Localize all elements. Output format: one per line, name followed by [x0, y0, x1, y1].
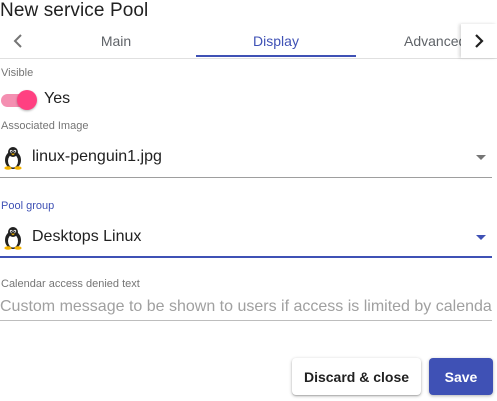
associated-image-label: Associated Image	[1, 120, 89, 132]
pool-group-select[interactable]: Desktops Linux	[0, 218, 492, 258]
calendar-denied-label: Calendar access denied text	[1, 278, 140, 290]
dropdown-arrow-icon	[476, 155, 486, 160]
chevron-right-icon	[475, 34, 484, 48]
visible-label: Visible	[1, 67, 34, 79]
visible-toggle[interactable]	[1, 89, 39, 111]
active-tab-indicator	[196, 55, 356, 57]
discard-close-button[interactable]: Discard & close	[292, 358, 421, 395]
calendar-denied-input[interactable]	[0, 294, 492, 321]
tab-display[interactable]: Display	[196, 24, 356, 58]
associated-image-select[interactable]: linux-penguin1.jpg	[0, 138, 492, 178]
penguin-icon	[4, 227, 22, 250]
field-underline	[0, 177, 492, 178]
save-button[interactable]: Save	[429, 358, 493, 395]
dropdown-arrow-icon	[476, 235, 486, 240]
tab-advanced[interactable]: Advanced	[356, 24, 461, 58]
penguin-icon	[4, 147, 22, 170]
chevron-left-icon	[13, 34, 22, 48]
visible-toggle-label: Yes	[44, 90, 71, 107]
tab-scroll-left-button[interactable]	[0, 24, 36, 58]
field-underline-focused	[0, 256, 492, 258]
pool-group-value: Desktops Linux	[32, 228, 142, 245]
pool-group-label: Pool group	[1, 200, 55, 212]
tab-bar: Main Display Advanced	[0, 24, 497, 59]
dialog-title: New service Pool	[0, 0, 149, 21]
tab-main[interactable]: Main	[36, 24, 196, 58]
toggle-thumb	[17, 90, 37, 110]
tab-scroll-right-button[interactable]	[461, 24, 497, 58]
associated-image-value: linux-penguin1.jpg	[32, 148, 162, 165]
